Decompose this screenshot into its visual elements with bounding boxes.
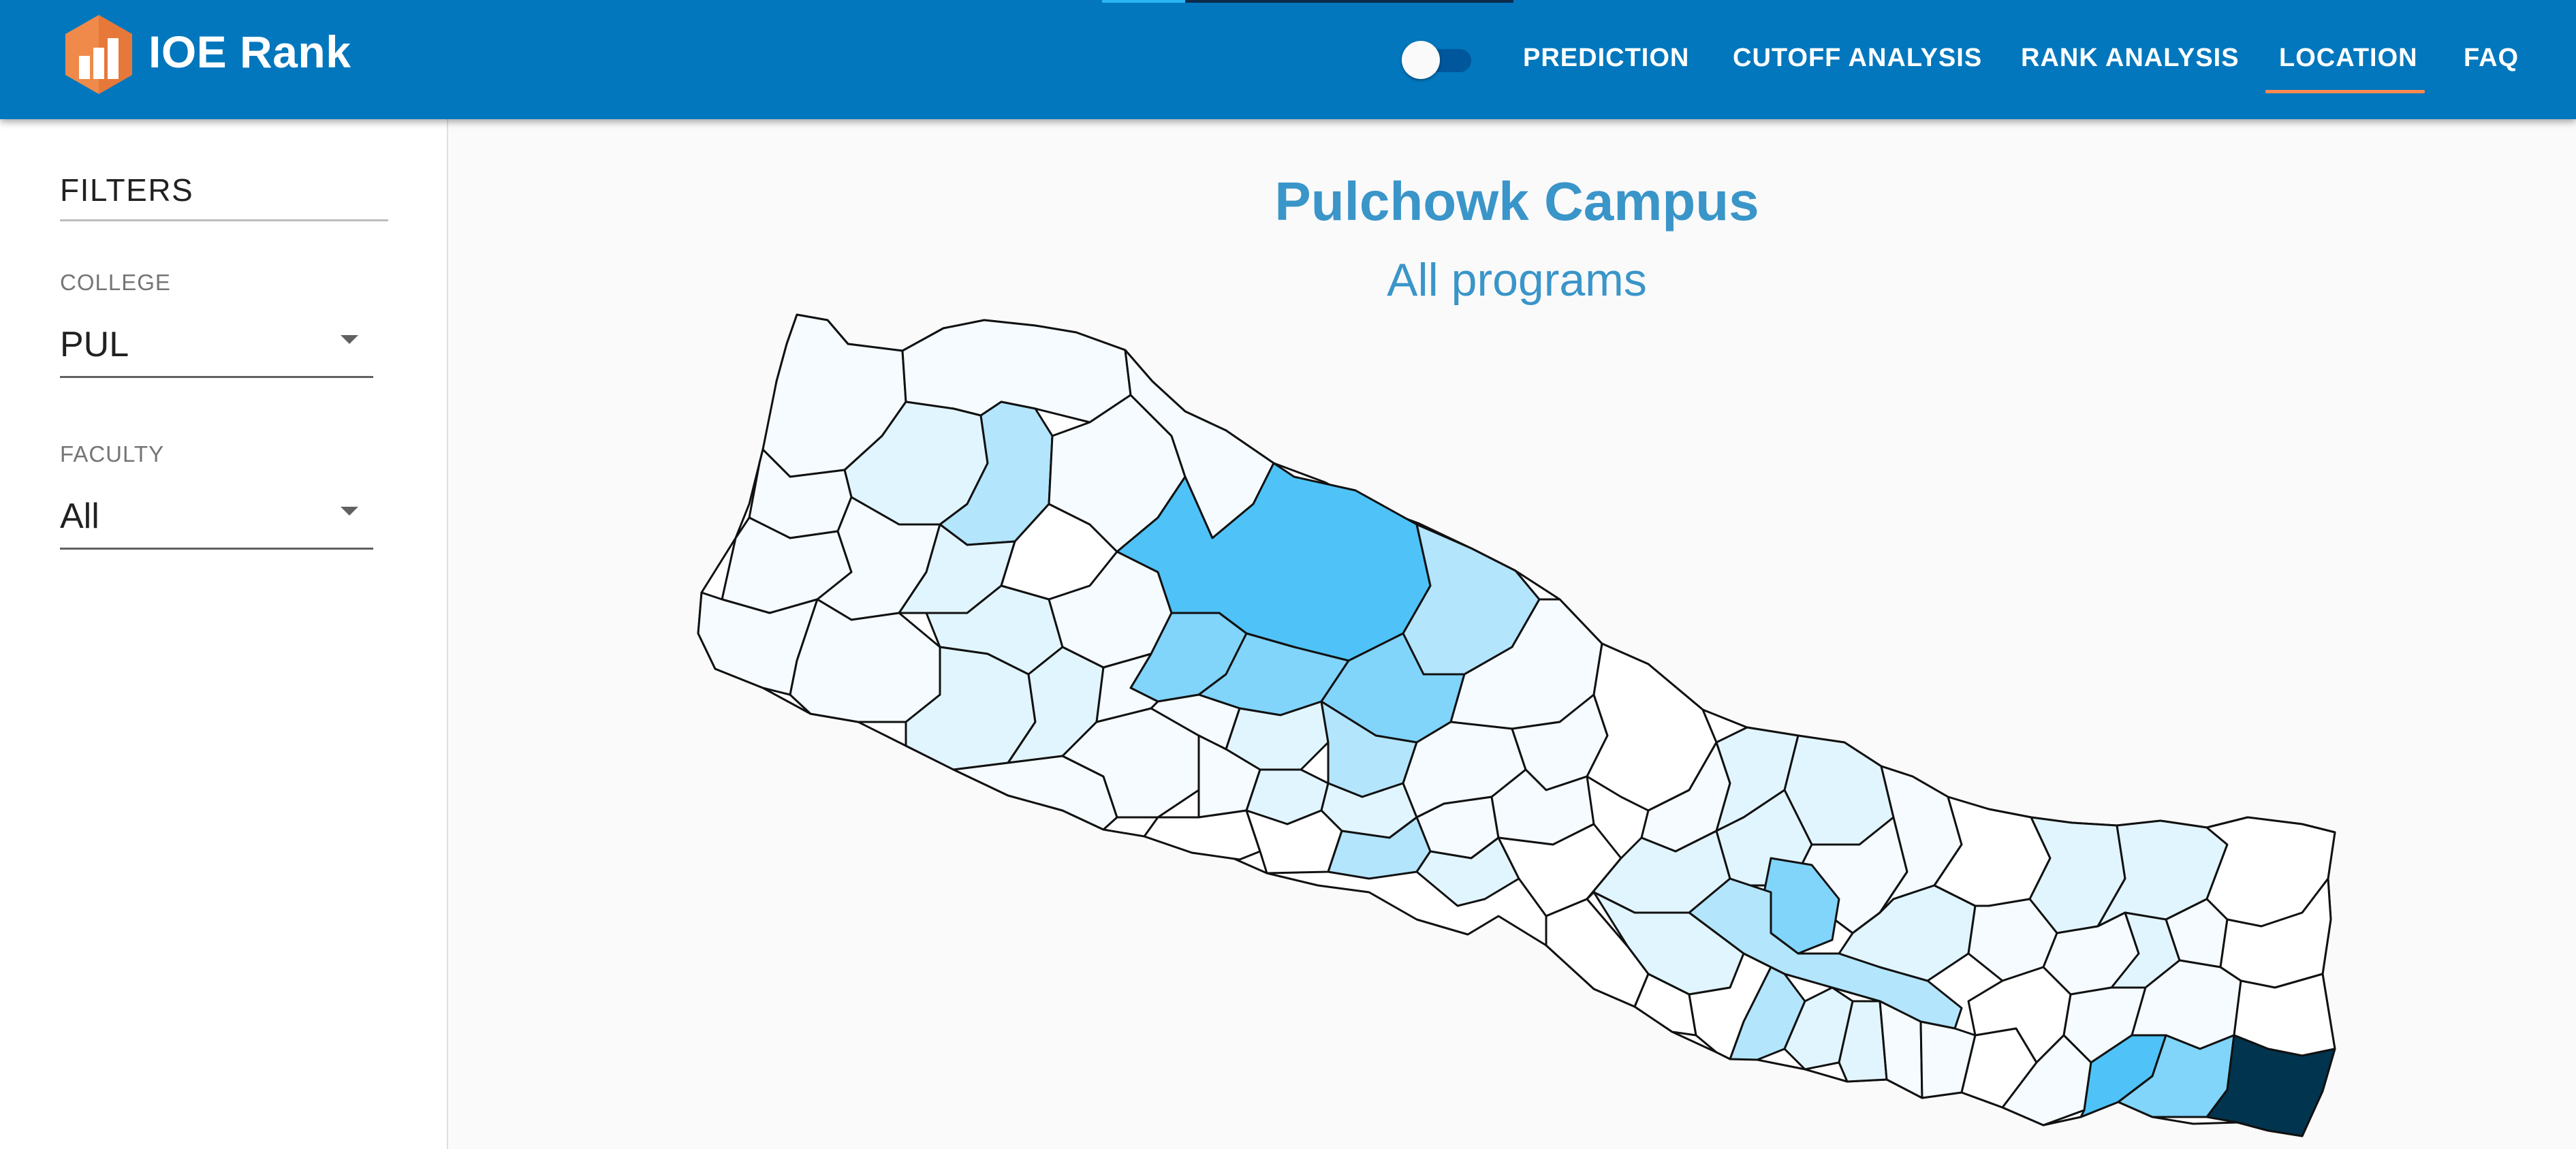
theme-toggle[interactable] bbox=[1402, 41, 1474, 79]
app-bar: IOE Rank PREDICTION CUTOFF ANALYSIS RANK… bbox=[0, 0, 2576, 119]
nav-faq[interactable]: FAQ bbox=[2464, 44, 2519, 73]
toggle-thumb bbox=[1402, 41, 1440, 79]
nav-prediction[interactable]: PREDICTION bbox=[1523, 44, 1689, 73]
nav-rank-analysis[interactable]: RANK ANALYSIS bbox=[2021, 44, 2240, 73]
progress-strip-track bbox=[1185, 0, 1513, 3]
nav-location[interactable]: LOCATION bbox=[2279, 44, 2418, 73]
district bbox=[1143, 809, 1261, 861]
brand-logo-icon[interactable] bbox=[63, 14, 135, 95]
nav-cutoff-analysis[interactable]: CUTOFF ANALYSIS bbox=[1733, 44, 1982, 73]
progress-strip bbox=[1102, 0, 1185, 3]
nav-active-indicator bbox=[2265, 90, 2425, 93]
brand-title[interactable]: IOE Rank bbox=[148, 26, 351, 78]
nepal-district-map bbox=[697, 313, 2336, 1137]
